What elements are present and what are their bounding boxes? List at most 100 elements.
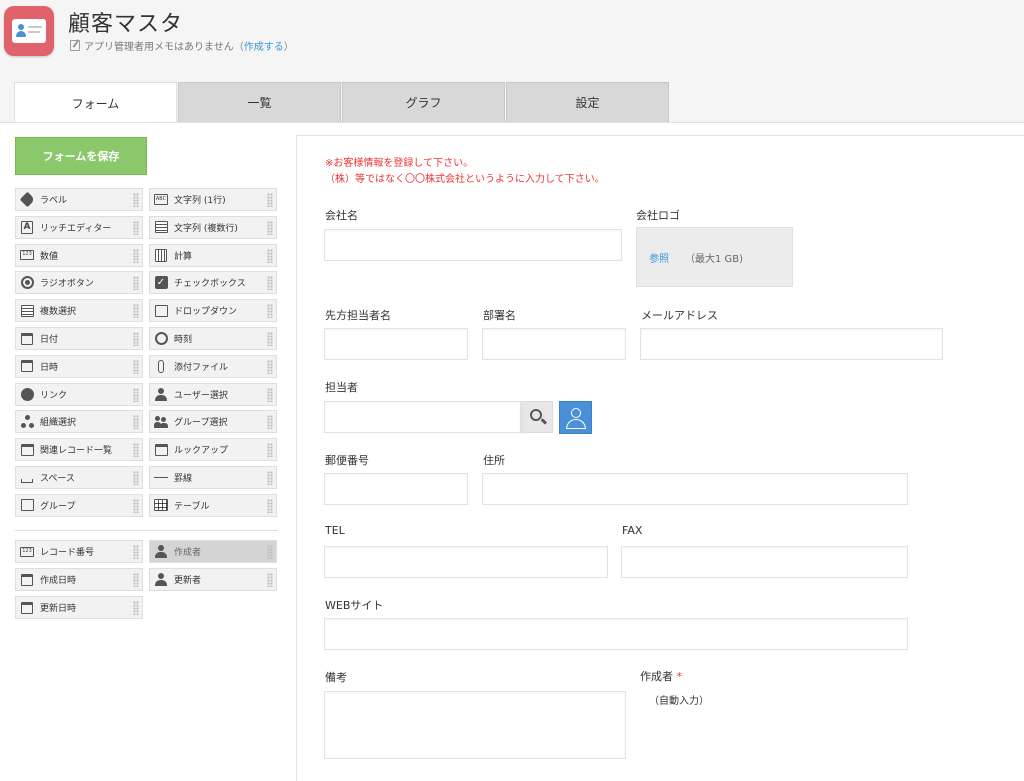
drag-handle-icon xyxy=(133,220,139,235)
palette-field-system-4[interactable]: 更新日時 xyxy=(15,596,143,619)
palette-field-label: 複数選択 xyxy=(40,307,77,318)
drag-handle-icon xyxy=(267,332,273,346)
paperclip-icon xyxy=(154,359,168,373)
drag-handle-icon xyxy=(267,545,273,559)
palette-field-13[interactable]: 添付ファイル xyxy=(149,354,277,378)
email-field[interactable] xyxy=(640,328,943,360)
palette-field-label: 文字列 (1行) xyxy=(174,196,226,206)
palette-field-19[interactable]: ルックアップ xyxy=(149,438,277,462)
palette-field-7[interactable]: ✓ チェックボックス xyxy=(149,271,277,295)
email-label: メールアドレス xyxy=(641,309,718,322)
contact-name-field[interactable] xyxy=(324,328,468,360)
drag-handle-icon xyxy=(133,498,139,513)
fax-field[interactable] xyxy=(621,546,908,578)
date-icon xyxy=(20,332,34,346)
calculator-icon xyxy=(154,248,168,262)
browse-file-link[interactable]: 参照 xyxy=(649,250,669,265)
address-field[interactable] xyxy=(482,473,908,505)
owner-field[interactable] xyxy=(324,401,521,433)
palette-field-label: 組織選択 xyxy=(40,418,77,429)
palette-field-label: ラベル xyxy=(40,196,68,206)
palette-field-system-3[interactable]: 更新者 xyxy=(149,568,277,591)
palette-field-label: 時刻 xyxy=(174,335,193,345)
palette-field-label: ラジオボタン xyxy=(40,279,94,290)
palette-field-18[interactable]: 関連レコード一覧 xyxy=(15,438,143,462)
palette-field-10[interactable]: 日付 xyxy=(15,327,143,350)
palette-field-11[interactable]: 時刻 xyxy=(149,327,277,350)
max-size-text: （最大1 GB) xyxy=(685,253,744,265)
palette-field-3[interactable]: 文字列 (複数行) xyxy=(149,215,277,239)
save-form-button[interactable]: フォームを保存 xyxy=(15,137,147,175)
department-field[interactable] xyxy=(482,328,626,360)
palette-field-0[interactable]: ラベル xyxy=(15,188,143,211)
line-icon xyxy=(154,471,168,485)
postal-code-label: 郵便番号 xyxy=(325,454,369,467)
rich-text-icon: A xyxy=(20,220,34,234)
palette-field-9[interactable]: ドロップダウン xyxy=(149,299,277,323)
tab-form[interactable]: フォーム xyxy=(14,82,177,123)
form-canvas: ※お客様情報を登録して下さい。 （株）等ではなく〇〇株式会社というように入力して… xyxy=(296,135,1024,781)
tab-list[interactable]: 一覧 xyxy=(178,82,341,122)
tab-settings[interactable]: 設定 xyxy=(506,82,669,122)
palette-field-15[interactable]: ユーザー選択 xyxy=(149,382,277,406)
app-memo: アプリ管理者用メモはありません（作成する） xyxy=(70,38,294,53)
palette-field-22[interactable]: グループ xyxy=(15,493,143,517)
group-field-icon xyxy=(20,498,34,512)
user-select-button[interactable] xyxy=(559,401,592,434)
website-label: WEBサイト xyxy=(325,599,384,612)
palette-field-label: 更新者 xyxy=(174,576,202,586)
drag-handle-icon xyxy=(267,573,273,587)
palette-field-label: リンク xyxy=(40,390,68,401)
radio-icon xyxy=(20,276,34,290)
palette-field-1[interactable]: ABC 文字列 (1行) xyxy=(149,188,277,211)
palette-field-5[interactable]: 計算 xyxy=(149,243,277,267)
user-icon xyxy=(154,545,168,559)
palette-field-label: リッチエディター xyxy=(40,223,112,234)
palette-field-6[interactable]: ラジオボタン xyxy=(15,271,143,295)
palette-field-label: テーブル xyxy=(174,501,210,512)
palette-field-label: 文字列 (複数行) xyxy=(174,223,238,234)
palette-field-14[interactable]: リンク xyxy=(15,382,143,406)
create-memo-link[interactable]: 作成する xyxy=(244,42,284,53)
postal-code-field[interactable] xyxy=(324,473,468,505)
palette-field-12[interactable]: 日時 xyxy=(15,354,143,378)
palette-field-system-0[interactable]: 123 レコード番号 xyxy=(15,540,143,563)
notes-field[interactable] xyxy=(324,691,626,759)
palette-field-label: スペース xyxy=(40,474,75,484)
palette-field-label: 計算 xyxy=(174,251,193,262)
website-field[interactable] xyxy=(324,618,908,650)
tag-icon xyxy=(19,191,35,208)
business-card-icon xyxy=(12,19,46,43)
palette-field-label: 作成者 xyxy=(174,548,202,558)
palette-field-8[interactable]: 複数選択 xyxy=(15,299,143,323)
company-logo-label: 会社ロゴ xyxy=(636,209,680,222)
user-search-button[interactable] xyxy=(521,401,553,433)
palette-field-2[interactable]: A リッチエディター xyxy=(15,215,143,239)
drag-handle-icon xyxy=(267,387,273,402)
tab-graph[interactable]: グラフ xyxy=(342,82,505,122)
palette-field-16[interactable]: 組織選択 xyxy=(15,410,143,434)
memo-edit-icon xyxy=(70,40,80,51)
user-icon xyxy=(154,573,168,587)
palette-field-label: ユーザー選択 xyxy=(174,390,228,401)
palette-field-17[interactable]: グループ選択 xyxy=(149,410,277,434)
tel-field[interactable] xyxy=(324,546,608,578)
drag-handle-icon xyxy=(267,276,273,291)
palette-field-21[interactable]: 罫線 xyxy=(149,466,277,489)
datetime-icon xyxy=(20,359,34,373)
company-name-field[interactable] xyxy=(324,229,622,261)
drag-handle-icon xyxy=(133,359,139,374)
palette-field-4[interactable]: 123 数値 xyxy=(15,243,143,267)
palette-field-23[interactable]: テーブル xyxy=(149,493,277,517)
globe-icon xyxy=(20,387,34,401)
palette-field-20[interactable]: スペース xyxy=(15,466,143,489)
drag-handle-icon xyxy=(133,332,139,346)
number-icon: 123 xyxy=(20,248,34,262)
creator-label: 作成者 * xyxy=(640,670,682,683)
dropdown-icon xyxy=(154,304,168,318)
clock-icon xyxy=(154,332,168,346)
tel-label: TEL xyxy=(325,524,345,537)
fax-label: FAX xyxy=(622,524,643,537)
palette-field-system-2[interactable]: 作成日時 xyxy=(15,568,143,591)
drag-handle-icon xyxy=(133,545,139,559)
